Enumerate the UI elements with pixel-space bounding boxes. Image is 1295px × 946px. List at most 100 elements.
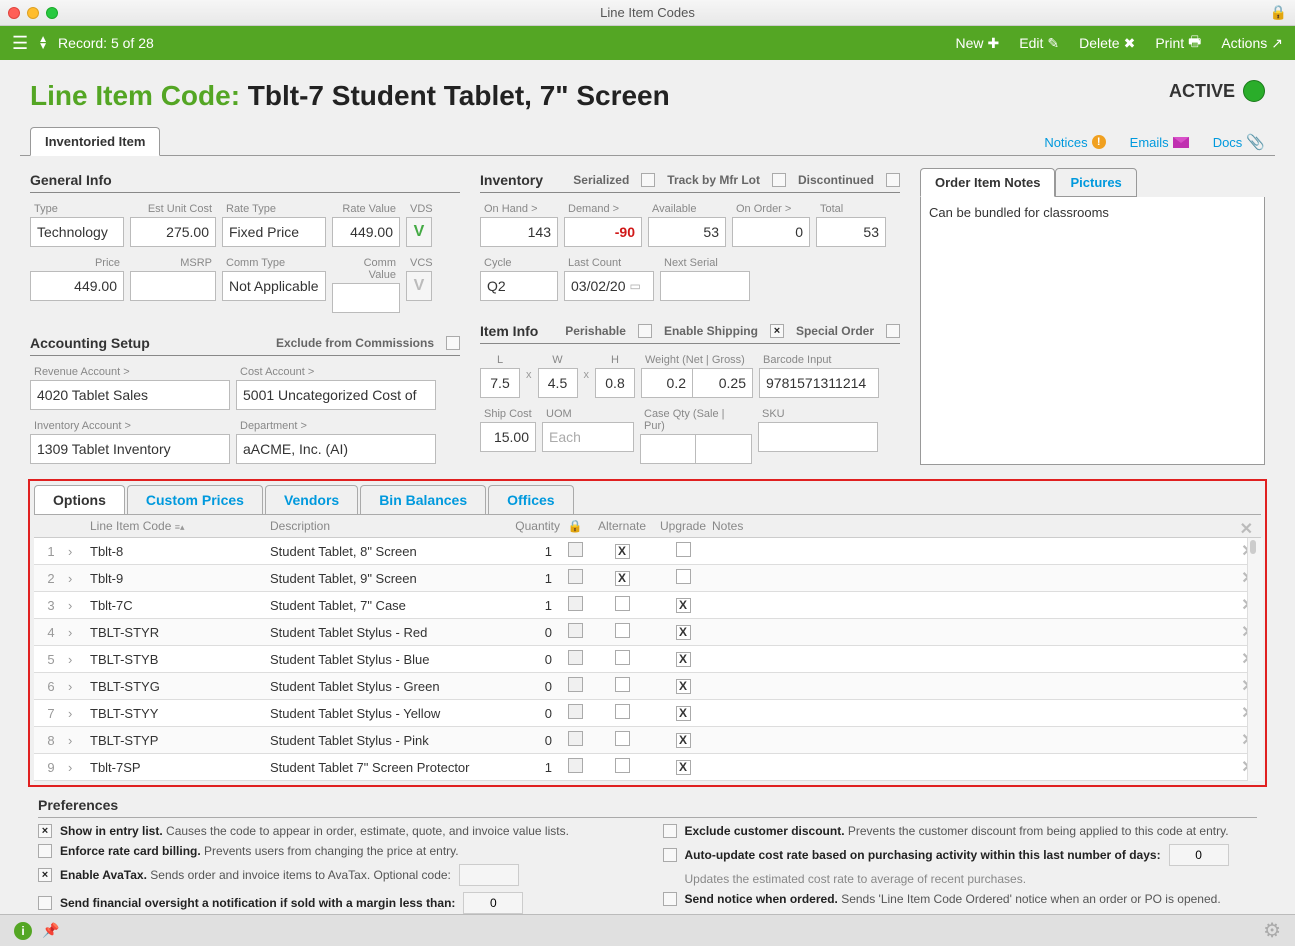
table-row[interactable]: 5›TBLT-STYBStudent Tablet Stylus - Blue0…: [34, 646, 1261, 673]
auto-update-cost-checkbox[interactable]: [663, 848, 677, 862]
width-field[interactable]: 4.5: [538, 368, 578, 398]
row-lock-checkbox[interactable]: [568, 569, 583, 584]
goto-icon[interactable]: ›: [68, 679, 90, 694]
table-row[interactable]: 6›TBLT-STYGStudent Tablet Stylus - Green…: [34, 673, 1261, 700]
row-upgrade-checkbox[interactable]: X: [676, 760, 691, 775]
rateval-field[interactable]: 449.00: [332, 217, 400, 247]
vcs-button[interactable]: V: [406, 271, 432, 301]
tab-offices[interactable]: Offices: [488, 485, 573, 514]
scrollbar[interactable]: [1247, 538, 1263, 781]
goto-icon[interactable]: ›: [68, 706, 90, 721]
weight-gross-field[interactable]: 0.25: [693, 368, 753, 398]
show-in-entry-checkbox[interactable]: ×: [38, 824, 52, 838]
row-lock-checkbox[interactable]: [568, 731, 583, 746]
exclude-commissions-checkbox[interactable]: [446, 336, 460, 350]
discontinued-checkbox[interactable]: [886, 173, 900, 187]
exclude-discount-checkbox[interactable]: [663, 824, 677, 838]
row-upgrade-checkbox[interactable]: X: [676, 706, 691, 721]
vds-button[interactable]: V: [406, 217, 432, 247]
tab-pictures[interactable]: Pictures: [1055, 168, 1136, 197]
row-lock-checkbox[interactable]: [568, 650, 583, 665]
row-alternate-checkbox[interactable]: [615, 731, 630, 746]
table-row[interactable]: 7›TBLT-STYYStudent Tablet Stylus - Yello…: [34, 700, 1261, 727]
row-qty[interactable]: 1: [500, 598, 560, 613]
row-lock-checkbox[interactable]: [568, 623, 583, 638]
table-row[interactable]: 9›Tblt-7SPStudent Tablet 7" Screen Prote…: [34, 754, 1261, 781]
table-row[interactable]: 1›Tblt-8Student Tablet, 8" Screen1X✕: [34, 538, 1261, 565]
serialized-checkbox[interactable]: [641, 173, 655, 187]
commtype-field[interactable]: Not Applicable: [222, 271, 326, 301]
row-alternate-checkbox[interactable]: [615, 704, 630, 719]
row-alternate-checkbox[interactable]: [615, 758, 630, 773]
table-row[interactable]: 3›Tblt-7CStudent Tablet, 7" Case1X✕: [34, 592, 1261, 619]
onhand-field[interactable]: 143: [480, 217, 558, 247]
track-mfr-checkbox[interactable]: [772, 173, 786, 187]
tab-order-item-notes[interactable]: Order Item Notes: [920, 168, 1055, 197]
auto-update-days-input[interactable]: [1169, 844, 1229, 866]
table-row[interactable]: 4›TBLT-STYRStudent Tablet Stylus - Red0X…: [34, 619, 1261, 646]
docs-link[interactable]: Docs📎: [1213, 133, 1265, 151]
notices-link[interactable]: Notices!: [1044, 133, 1105, 151]
caseqty-sale-field[interactable]: [640, 434, 696, 464]
goto-icon[interactable]: ›: [68, 571, 90, 586]
tab-vendors[interactable]: Vendors: [265, 485, 358, 514]
row-upgrade-checkbox[interactable]: X: [676, 625, 691, 640]
actions-button[interactable]: Actions↗: [1221, 35, 1283, 52]
department-field[interactable]: aACME, Inc. (AI): [236, 434, 436, 464]
edit-button[interactable]: Edit✎: [1019, 35, 1059, 52]
margin-notify-checkbox[interactable]: [38, 896, 52, 910]
lastcount-field[interactable]: 03/02/20▭: [564, 271, 654, 301]
margin-threshold-input[interactable]: [463, 892, 523, 914]
inventory-account-field[interactable]: 1309 Tablet Inventory: [30, 434, 230, 464]
tab-options[interactable]: Options: [34, 485, 125, 514]
row-lock-checkbox[interactable]: [568, 677, 583, 692]
enable-shipping-checkbox[interactable]: ×: [770, 324, 784, 338]
row-qty[interactable]: 1: [500, 571, 560, 586]
goto-icon[interactable]: ›: [68, 760, 90, 775]
menu-icon[interactable]: ☰: [12, 33, 28, 54]
row-lock-checkbox[interactable]: [568, 758, 583, 773]
zoom-icon[interactable]: [46, 7, 58, 19]
type-field[interactable]: Technology: [30, 217, 124, 247]
nextserial-field[interactable]: [660, 271, 750, 301]
shipcost-field[interactable]: 15.00: [480, 422, 536, 452]
row-qty[interactable]: 0: [500, 679, 560, 694]
avatax-code-input[interactable]: [459, 864, 519, 886]
perishable-checkbox[interactable]: [638, 324, 652, 338]
barcode-field[interactable]: 9781571311214: [759, 368, 879, 398]
enable-avatax-checkbox[interactable]: ×: [38, 868, 52, 882]
emails-link[interactable]: Emails: [1130, 133, 1189, 151]
cost-field[interactable]: 275.00: [130, 217, 216, 247]
row-alternate-checkbox[interactable]: [615, 677, 630, 692]
revenue-account-field[interactable]: 4020 Tablet Sales: [30, 380, 230, 410]
commval-field[interactable]: [332, 283, 400, 313]
row-upgrade-checkbox[interactable]: X: [676, 679, 691, 694]
weight-net-field[interactable]: 0.2: [641, 368, 693, 398]
uom-field[interactable]: Each: [542, 422, 634, 452]
cost-account-field[interactable]: 5001 Uncategorized Cost of: [236, 380, 436, 410]
goto-icon[interactable]: ›: [68, 544, 90, 559]
new-button[interactable]: New✚: [956, 35, 1000, 52]
sku-field[interactable]: [758, 422, 878, 452]
delete-button[interactable]: Delete✖: [1079, 35, 1135, 52]
row-upgrade-checkbox[interactable]: [676, 542, 691, 557]
tab-inventoried-item[interactable]: Inventoried Item: [30, 127, 160, 156]
row-lock-checkbox[interactable]: [568, 542, 583, 557]
info-icon[interactable]: i: [14, 922, 32, 940]
print-button[interactable]: Print🖶: [1155, 31, 1201, 55]
row-upgrade-checkbox[interactable]: X: [676, 652, 691, 667]
row-alternate-checkbox[interactable]: [615, 650, 630, 665]
enforce-rate-checkbox[interactable]: [38, 844, 52, 858]
minimize-icon[interactable]: [27, 7, 39, 19]
row-lock-checkbox[interactable]: [568, 596, 583, 611]
goto-icon[interactable]: ›: [68, 598, 90, 613]
row-qty[interactable]: 0: [500, 652, 560, 667]
msrp-field[interactable]: [130, 271, 216, 301]
onorder-field[interactable]: 0: [732, 217, 810, 247]
notes-textarea[interactable]: Can be bundled for classrooms: [920, 197, 1265, 465]
row-alternate-checkbox[interactable]: [615, 596, 630, 611]
table-row[interactable]: 2›Tblt-9Student Tablet, 9" Screen1X✕: [34, 565, 1261, 592]
row-lock-checkbox[interactable]: [568, 704, 583, 719]
row-qty[interactable]: 1: [500, 544, 560, 559]
row-alternate-checkbox[interactable]: X: [615, 571, 630, 586]
